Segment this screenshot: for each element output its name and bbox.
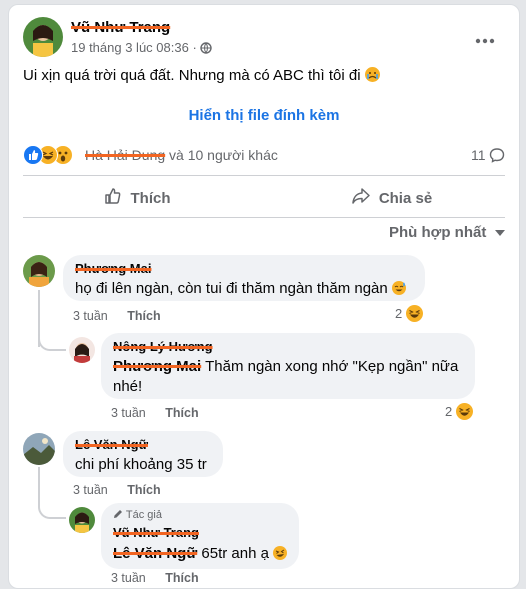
- haha-reaction-icon: [405, 305, 423, 322]
- globe-icon: [200, 42, 213, 57]
- comment-author[interactable]: Lê Văn Ngữ: [75, 437, 148, 452]
- thread-curve: [38, 495, 66, 519]
- comment-bubble: Nông Lý Hương Phương Mai Thăm ngàn xong …: [101, 333, 475, 399]
- sweat-smile-emoji-icon: [391, 281, 406, 295]
- comment-actions: 3 tuần Thích: [73, 483, 161, 497]
- author-badge-label: Tác giả: [125, 509, 162, 521]
- reaction-others-text: và 10 người khác: [165, 147, 278, 163]
- separator-dot: ·: [192, 40, 197, 55]
- comment-count-number: 11: [471, 147, 486, 163]
- thread-curve: [38, 325, 66, 351]
- post-timestamp[interactable]: 19 tháng 3 lúc 08:36 ·: [71, 40, 213, 57]
- comment-like-button[interactable]: Thích: [165, 571, 198, 585]
- comment-actions: 3 tuần Thích: [111, 406, 199, 420]
- commenter-avatar[interactable]: [23, 255, 55, 287]
- comment-text-content: 65tr anh ạ: [197, 545, 269, 562]
- comment-time[interactable]: 3 tuần: [111, 406, 146, 420]
- post-author-name[interactable]: Vũ Như Trang: [71, 19, 170, 36]
- comment-author[interactable]: Phương Mai: [75, 261, 151, 276]
- comment-text: họ đi lên ngàn, còn tui đi thăm ngàn thă…: [75, 280, 406, 297]
- comment-reaction-badge[interactable]: 2: [445, 403, 473, 420]
- comment-reaction-badge[interactable]: 2: [395, 305, 423, 322]
- share-button[interactable]: Chia sẻ: [264, 181, 519, 215]
- comment-actions: 3 tuần Thích: [73, 309, 161, 323]
- reaction-count: 2: [445, 404, 453, 419]
- commenter-avatar[interactable]: [23, 433, 55, 465]
- comment-bubble: Tác giả Vũ Như Trang Lê Văn Ngữ 65tr anh…: [101, 503, 299, 569]
- crying-emoji-icon: [364, 67, 380, 82]
- show-attachment-link[interactable]: Hiển thị file đính kèm: [9, 107, 519, 124]
- comment-author[interactable]: Vũ Như Trang: [113, 525, 199, 540]
- author-avatar[interactable]: [23, 17, 63, 57]
- commenter-avatar[interactable]: [69, 507, 95, 533]
- rofl-emoji-icon: [273, 546, 288, 560]
- post-time[interactable]: 19 tháng 3 lúc 08:36: [71, 40, 189, 55]
- comment-time[interactable]: 3 tuần: [73, 309, 108, 323]
- post-text: Ui xịn quá trời quá đất. Nhưng mà có ABC…: [23, 67, 380, 84]
- comment-icon: [489, 147, 505, 166]
- like-reaction-icon: [23, 145, 43, 165]
- share-button-label: Chia sẻ: [378, 189, 433, 207]
- divider: [23, 217, 505, 218]
- mention-link[interactable]: Lê Văn Ngữ: [113, 545, 197, 562]
- comment-sort-dropdown[interactable]: Phù hợp nhất: [389, 223, 505, 241]
- post-card: Vũ Như Trang 19 tháng 3 lúc 08:36 · Ui x…: [8, 4, 520, 589]
- pencil-icon: [113, 509, 123, 522]
- comment-text: chi phí khoảng 35 tr: [75, 456, 207, 473]
- comment-like-button[interactable]: Thích: [127, 483, 160, 497]
- commenter-avatar[interactable]: [69, 337, 95, 363]
- thumbs-up-icon: [103, 186, 123, 211]
- divider: [23, 175, 505, 176]
- caret-down-icon: [494, 223, 505, 240]
- haha-reaction-icon: [455, 403, 473, 420]
- like-button[interactable]: Thích: [9, 181, 264, 215]
- reaction-summary[interactable]: Hà Hải Dung và 10 người khác: [85, 147, 278, 163]
- comment-text: Lê Văn Ngữ 65tr anh ạ: [113, 545, 288, 562]
- reaction-count: 2: [395, 306, 403, 321]
- sort-label: Phù hợp nhất: [389, 224, 487, 241]
- comment-text: Phương Mai Thăm ngàn xong nhớ "Kẹp ngần"…: [113, 357, 465, 397]
- reaction-user-name[interactable]: Hà Hải Dung: [85, 147, 165, 163]
- comment-text-content: họ đi lên ngàn, còn tui đi thăm ngàn thă…: [75, 280, 388, 297]
- share-icon: [351, 186, 371, 211]
- like-button-label: Thích: [130, 189, 171, 207]
- comment-actions: 3 tuần Thích: [111, 571, 199, 585]
- comment-count[interactable]: 11: [471, 147, 505, 166]
- comment-time[interactable]: 3 tuần: [73, 483, 108, 497]
- comment-like-button[interactable]: Thích: [165, 406, 198, 420]
- comment-bubble: Phương Mai họ đi lên ngàn, còn tui đi th…: [63, 255, 425, 301]
- comment-bubble: Lê Văn Ngữ chi phí khoảng 35 tr: [63, 431, 223, 477]
- author-badge: Tác giả: [113, 509, 162, 522]
- comment-time[interactable]: 3 tuần: [111, 571, 146, 585]
- post-text-content: Ui xịn quá trời quá đất. Nhưng mà có ABC…: [23, 67, 361, 84]
- mention-link[interactable]: Phương Mai: [113, 358, 201, 375]
- reaction-icons[interactable]: [23, 145, 83, 165]
- comment-author[interactable]: Nông Lý Hương: [113, 339, 213, 354]
- more-options-icon[interactable]: [475, 31, 495, 44]
- comment-like-button[interactable]: Thích: [127, 309, 160, 323]
